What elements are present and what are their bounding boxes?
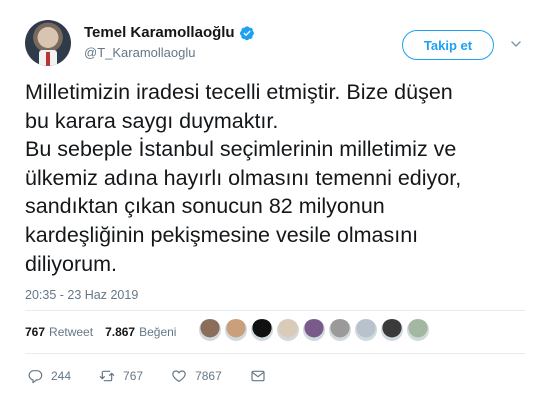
follow-button[interactable]: Takip et (402, 30, 494, 60)
tweet-card: Temel Karamollaoğlu @T_Karamollaoglu Tak… (0, 0, 550, 400)
reply-count: 244 (51, 369, 72, 383)
liker-avatar[interactable] (380, 318, 404, 342)
retweet-stat-label[interactable]: Retweet (49, 325, 93, 339)
liker-avatars (198, 318, 432, 342)
tweet-text-line: bu karara saygı duymaktır. (25, 108, 279, 133)
tweet-text-line: diliyorum. (25, 251, 117, 276)
reply-button[interactable]: 244 (27, 368, 71, 384)
like-count: 7867 (195, 369, 222, 383)
display-name[interactable]: Temel Karamollaoğlu (84, 24, 235, 41)
retweet-icon (99, 370, 115, 382)
retweet-stat-count[interactable]: 767 (25, 325, 45, 339)
liker-avatar[interactable] (198, 318, 222, 342)
liker-avatar[interactable] (354, 318, 378, 342)
tweet-text-line: Milletimizin iradesi tecelli etmiştir. B… (25, 80, 453, 104)
author-name-row[interactable]: Temel Karamollaoğlu (84, 24, 255, 41)
heart-icon (172, 370, 186, 382)
liker-avatar[interactable] (276, 318, 300, 342)
like-button[interactable]: 7867 (171, 368, 222, 384)
tweet-text-line: Bu sebeple İstanbul seçimlerinin milleti… (25, 137, 457, 162)
retweet-count: 767 (123, 369, 144, 383)
action-bar: 244 767 7867 (27, 368, 302, 384)
tweet-timestamp[interactable]: 20:35 - 23 Haz 2019 (25, 288, 138, 302)
chevron-down-icon[interactable] (510, 38, 522, 50)
liker-avatar[interactable] (250, 318, 274, 342)
divider (25, 310, 525, 311)
direct-message-button[interactable] (250, 368, 274, 384)
avatar-tie (46, 52, 50, 66)
tweet-text-line: kardeşliğinin pekişmesine vesile olmasın… (25, 222, 419, 247)
liker-avatar[interactable] (406, 318, 430, 342)
tweet-text: Milletimizin iradesi tecelli etmiştir. B… (25, 78, 525, 278)
like-stat-count[interactable]: 7.867 (105, 325, 135, 339)
engagement-stats: 767 Retweet 7.867 Beğeni (25, 325, 176, 339)
liker-avatar[interactable] (328, 318, 352, 342)
avatar[interactable] (25, 20, 71, 66)
author-handle[interactable]: @T_Karamollaoglu (84, 45, 195, 60)
divider (25, 353, 525, 354)
mail-icon (251, 370, 265, 382)
liker-avatar[interactable] (224, 318, 248, 342)
verified-badge-icon (239, 25, 254, 40)
tweet-text-line: ülkemiz adına hayırlı olmasını temenni e… (25, 165, 462, 190)
retweet-button[interactable]: 767 (99, 368, 143, 384)
like-stat-label[interactable]: Beğeni (139, 325, 176, 339)
liker-avatar[interactable] (302, 318, 326, 342)
reply-icon (28, 370, 43, 384)
tweet-text-line: sandıktan çıkan sonucun 82 milyonun (25, 194, 385, 219)
